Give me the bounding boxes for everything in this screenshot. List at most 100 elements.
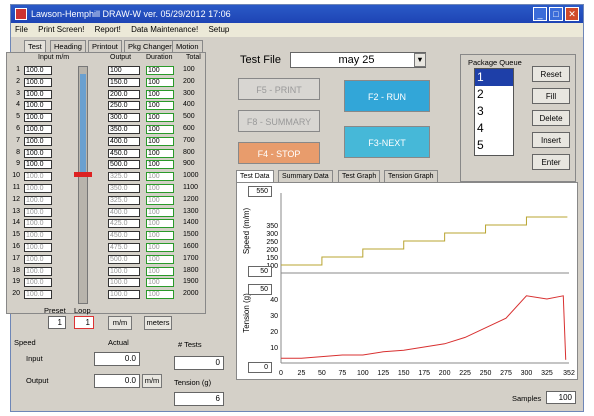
output-cell[interactable]: 400.0 (108, 136, 140, 146)
menu-file[interactable]: File (15, 25, 28, 34)
input-cell[interactable]: 100.0 (24, 66, 52, 75)
tab-pkg-changer[interactable]: Pkg Changer (124, 40, 176, 52)
input-cell[interactable]: 100.0 (24, 278, 52, 288)
output-cell[interactable]: 150.0 (108, 77, 140, 87)
input-cell[interactable]: 100.0 (24, 290, 52, 300)
duration-cell[interactable]: 100 (146, 207, 174, 217)
output-cell[interactable]: 500.0 (108, 160, 140, 170)
menu-data-maintenance[interactable]: Data Maintenance! (131, 25, 198, 34)
summary-button[interactable]: F8 - SUMMARY (238, 110, 320, 132)
output-cell[interactable]: 100.0 (108, 290, 140, 300)
output-cell[interactable]: 250.0 (108, 101, 140, 111)
duration-cell[interactable]: 100 (146, 77, 174, 87)
next-button[interactable]: F3-NEXT (344, 126, 430, 158)
tab-test[interactable]: Test (24, 40, 46, 52)
loop-input[interactable]: 1 (74, 316, 94, 329)
tab-motion[interactable]: Motion (172, 40, 203, 52)
menu-setup[interactable]: Setup (208, 25, 229, 34)
duration-cell[interactable]: 100 (146, 184, 174, 193)
input-cell[interactable]: 100.0 (24, 77, 52, 87)
input-cell[interactable]: 100.0 (24, 160, 52, 170)
output-cell[interactable]: 450.0 (108, 148, 140, 158)
input-cell[interactable]: 100.0 (24, 219, 52, 229)
input-cell[interactable]: 100.0 (24, 136, 52, 146)
input-cell[interactable]: 100.0 (24, 148, 52, 158)
speed-unit-button[interactable]: m/m (142, 374, 162, 388)
minimize-button[interactable]: _ (533, 7, 547, 21)
enter-button[interactable]: Enter (532, 154, 570, 170)
duration-cell[interactable]: 100 (146, 89, 174, 99)
output-cell[interactable]: 325.0 (108, 172, 140, 182)
output-cell[interactable]: 200.0 (108, 89, 140, 99)
speed-min-input[interactable]: 50 (248, 266, 272, 277)
output-cell[interactable]: 425.0 (108, 219, 140, 229)
queue-item[interactable]: 4 (475, 120, 513, 137)
output-cell[interactable]: 100 (108, 66, 140, 75)
input-cell[interactable]: 100.0 (24, 195, 52, 205)
tab-test-graph[interactable]: Test Graph (338, 170, 381, 182)
output-cell[interactable]: 325.0 (108, 195, 140, 205)
stop-button[interactable]: F4 - STOP (238, 142, 320, 164)
queue-item[interactable]: 2 (475, 86, 513, 103)
duration-cell[interactable]: 100 (146, 125, 174, 134)
queue-item[interactable]: 1 (475, 69, 513, 86)
tension-max-input[interactable]: 50 (248, 284, 272, 295)
duration-cell[interactable]: 100 (146, 66, 174, 75)
mm-button[interactable]: m/m (108, 316, 132, 330)
queue-item[interactable]: 3 (475, 103, 513, 120)
output-cell[interactable]: 350.0 (108, 184, 140, 193)
input-slider-thumb[interactable] (74, 172, 92, 177)
tab-tension-graph[interactable]: Tension Graph (384, 170, 438, 182)
menu-print-screen[interactable]: Print Screen! (38, 25, 84, 34)
meters-button[interactable]: meters (144, 316, 172, 330)
tension-min-input[interactable]: 0 (248, 362, 272, 373)
speed-max-input[interactable]: 550 (248, 186, 272, 197)
input-cell[interactable]: 100.0 (24, 125, 52, 134)
package-queue-list[interactable]: 1 2 3 4 5 (474, 68, 514, 156)
delete-button[interactable]: Delete (532, 110, 570, 126)
duration-cell[interactable]: 100 (146, 219, 174, 229)
duration-cell[interactable]: 100 (146, 290, 174, 300)
duration-cell[interactable]: 100 (146, 148, 174, 158)
queue-item[interactable]: 5 (475, 137, 513, 154)
reset-button[interactable]: Reset (532, 66, 570, 82)
output-cell[interactable]: 400.0 (108, 207, 140, 217)
duration-cell[interactable]: 100 (146, 195, 174, 205)
tab-heading[interactable]: Heading (50, 40, 86, 52)
input-cell[interactable]: 100.0 (24, 254, 52, 264)
tab-printout[interactable]: Printout (88, 40, 122, 52)
duration-cell[interactable]: 100 (146, 160, 174, 170)
test-file-select[interactable]: may 25 (290, 52, 426, 68)
input-cell[interactable]: 100.0 (24, 266, 52, 276)
run-button[interactable]: F2 - RUN (344, 80, 430, 112)
output-cell[interactable]: 100.0 (108, 278, 140, 288)
print-button[interactable]: F5 - PRINT (238, 78, 320, 100)
preset-input[interactable]: 1 (48, 316, 66, 329)
duration-cell[interactable]: 100 (146, 243, 174, 252)
tab-test-data[interactable]: Test Data (236, 170, 274, 182)
input-cell[interactable]: 100.0 (24, 101, 52, 111)
input-cell[interactable]: 100.0 (24, 172, 52, 182)
duration-cell[interactable]: 100 (146, 113, 174, 123)
chevron-down-icon[interactable]: ▼ (414, 53, 426, 67)
insert-button[interactable]: Insert (532, 132, 570, 148)
input-cell[interactable]: 100.0 (24, 231, 52, 241)
input-cell[interactable]: 100.0 (24, 89, 52, 99)
output-cell[interactable]: 100.0 (108, 266, 140, 276)
output-cell[interactable]: 450.0 (108, 231, 140, 241)
duration-cell[interactable]: 100 (146, 278, 174, 288)
duration-cell[interactable]: 100 (146, 172, 174, 182)
tab-summary-data[interactable]: Summary Data (278, 170, 333, 182)
close-button[interactable]: ✕ (565, 7, 579, 21)
input-cell[interactable]: 100.0 (24, 243, 52, 252)
samples-input[interactable]: 100 (546, 391, 576, 404)
duration-cell[interactable]: 100 (146, 231, 174, 241)
duration-cell[interactable]: 100 (146, 254, 174, 264)
input-cell[interactable]: 100.0 (24, 207, 52, 217)
menu-report[interactable]: Report! (95, 25, 121, 34)
input-cell[interactable]: 100.0 (24, 184, 52, 193)
output-cell[interactable]: 350.0 (108, 125, 140, 134)
duration-cell[interactable]: 100 (146, 136, 174, 146)
output-cell[interactable]: 475.0 (108, 243, 140, 252)
maximize-button[interactable]: □ (549, 7, 563, 21)
